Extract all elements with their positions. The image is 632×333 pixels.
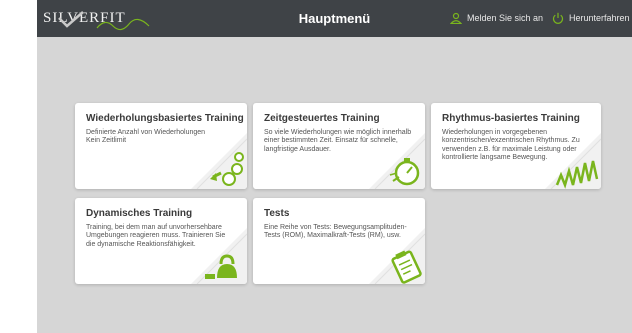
kettlebell-icon (191, 228, 247, 284)
repetition-counter-icon (191, 133, 247, 189)
rhythm-wave-icon (545, 133, 601, 189)
shutdown-label: Herunterfahren (569, 13, 630, 23)
card-repetition-training[interactable]: Wiederholungsbasiertes Training Definier… (75, 103, 247, 189)
card-tests[interactable]: Tests Eine Reihe von Tests: Bewegungsamp… (253, 198, 425, 284)
card-title: Tests (264, 208, 290, 219)
login-label: Melden Sie sich an (467, 13, 544, 23)
card-title: Rhythmus-basiertes Training (442, 113, 580, 124)
card-title: Zeitgesteuertes Training (264, 113, 380, 124)
app-window: SILVERFIT Hauptmenü Melden Sie sich an H… (37, 0, 632, 333)
card-timed-training[interactable]: Zeitgesteuertes Training So viele Wieder… (253, 103, 425, 189)
card-dynamic-training[interactable]: Dynamisches Training Training, bei dem m… (75, 198, 247, 284)
card-title: Dynamisches Training (86, 208, 193, 219)
clipboard-icon (369, 228, 425, 284)
stopwatch-icon (369, 133, 425, 189)
card-title: Wiederholungsbasiertes Training (86, 113, 244, 124)
login-button[interactable]: Melden Sie sich an (450, 12, 543, 24)
power-icon (552, 12, 564, 24)
shutdown-button[interactable]: Herunterfahren (552, 12, 630, 24)
top-bar: SILVERFIT Hauptmenü Melden Sie sich an H… (37, 0, 632, 37)
card-rhythm-training[interactable]: Rhythmus-basiertes Training Wiederholung… (431, 103, 601, 189)
left-margin (0, 0, 37, 333)
user-icon (450, 12, 462, 24)
